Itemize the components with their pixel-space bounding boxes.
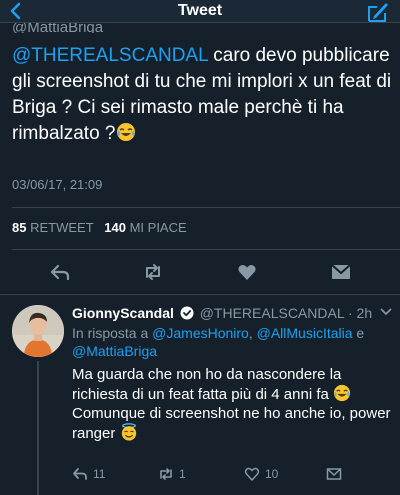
retweet-action[interactable]: 1 (158, 465, 186, 483)
reply-icon[interactable] (72, 466, 88, 482)
navigation-bar: Tweet (0, 0, 400, 23)
reply-action[interactable]: 11 (72, 465, 105, 483)
avatar[interactable] (12, 305, 64, 357)
like-count[interactable]: 140 (104, 220, 126, 235)
tweet-actions (0, 259, 400, 285)
separator: , (248, 325, 257, 341)
like-count: 10 (265, 467, 279, 481)
tweet-timestamp: 03/06/17, 21:09 (12, 177, 103, 192)
mention-link[interactable]: @JamesHoniro (152, 325, 249, 341)
retweet-icon[interactable] (142, 261, 164, 283)
reply-tweet[interactable]: GionnyScandal @THEREALSCANDAL · 2h In ri… (0, 294, 400, 495)
retweet-count: 1 (179, 467, 186, 481)
clipped-author-handle[interactable]: @MattiaBriga (12, 23, 103, 33)
chevron-down-icon[interactable] (380, 307, 392, 317)
mention-link[interactable]: @AllMusicItalia (257, 325, 353, 341)
retweet-count[interactable]: 85 (12, 220, 26, 235)
laughing-tears-emoji-icon (333, 384, 351, 402)
mention-link[interactable]: @MattiaBriga (72, 343, 157, 359)
laughing-tears-emoji-icon (116, 123, 135, 141)
reply-actions: 11 1 10 (72, 465, 382, 483)
page-title: Tweet (177, 2, 223, 19)
message-action[interactable] (326, 465, 342, 483)
tweet-age: · 2h (348, 305, 373, 321)
reply-icon[interactable] (49, 261, 71, 283)
author-name[interactable]: GionnyScandal (72, 305, 174, 321)
compose-icon[interactable] (366, 1, 390, 23)
like-label[interactable]: MI PIACE (130, 220, 187, 235)
tweet-stats: 85 RETWEET 140 MI PIACE (12, 220, 187, 235)
reply-body: Ma guarda che non ho da nascondere la ri… (72, 365, 392, 443)
avatar-image (12, 305, 64, 357)
verified-badge-icon (180, 306, 194, 320)
mention-link[interactable]: @THEREALSCANDAL (12, 45, 208, 66)
tweet-body: @THEREALSCANDAL caro devo pubblicare gli… (12, 43, 392, 147)
like-action[interactable]: 10 (244, 465, 278, 483)
in-reply-prefix: In risposta a (72, 325, 153, 341)
message-icon[interactable] (326, 466, 342, 482)
like-icon[interactable] (236, 261, 258, 283)
retweet-icon[interactable] (158, 466, 174, 482)
retweet-label[interactable]: RETWEET (30, 220, 93, 235)
reply-count: 11 (93, 467, 106, 481)
message-icon[interactable] (330, 261, 352, 283)
main-tweet: @MattiaBriga @THEREALSCANDAL caro devo p… (0, 23, 400, 293)
like-icon[interactable] (244, 466, 260, 482)
author-handle[interactable]: @THEREALSCANDAL (200, 305, 344, 321)
halo-smile-emoji-icon (121, 423, 136, 441)
reply-text-line1: Ma guarda che non ho da nascondere la ri… (72, 366, 342, 403)
separator: e (352, 325, 365, 341)
reply-header: GionnyScandal @THEREALSCANDAL · 2h (72, 304, 392, 324)
divider (12, 207, 400, 208)
divider (12, 249, 400, 250)
thread-line (37, 361, 39, 495)
in-reply-to: In risposta a @JamesHoniro, @AllMusicIta… (72, 324, 392, 360)
